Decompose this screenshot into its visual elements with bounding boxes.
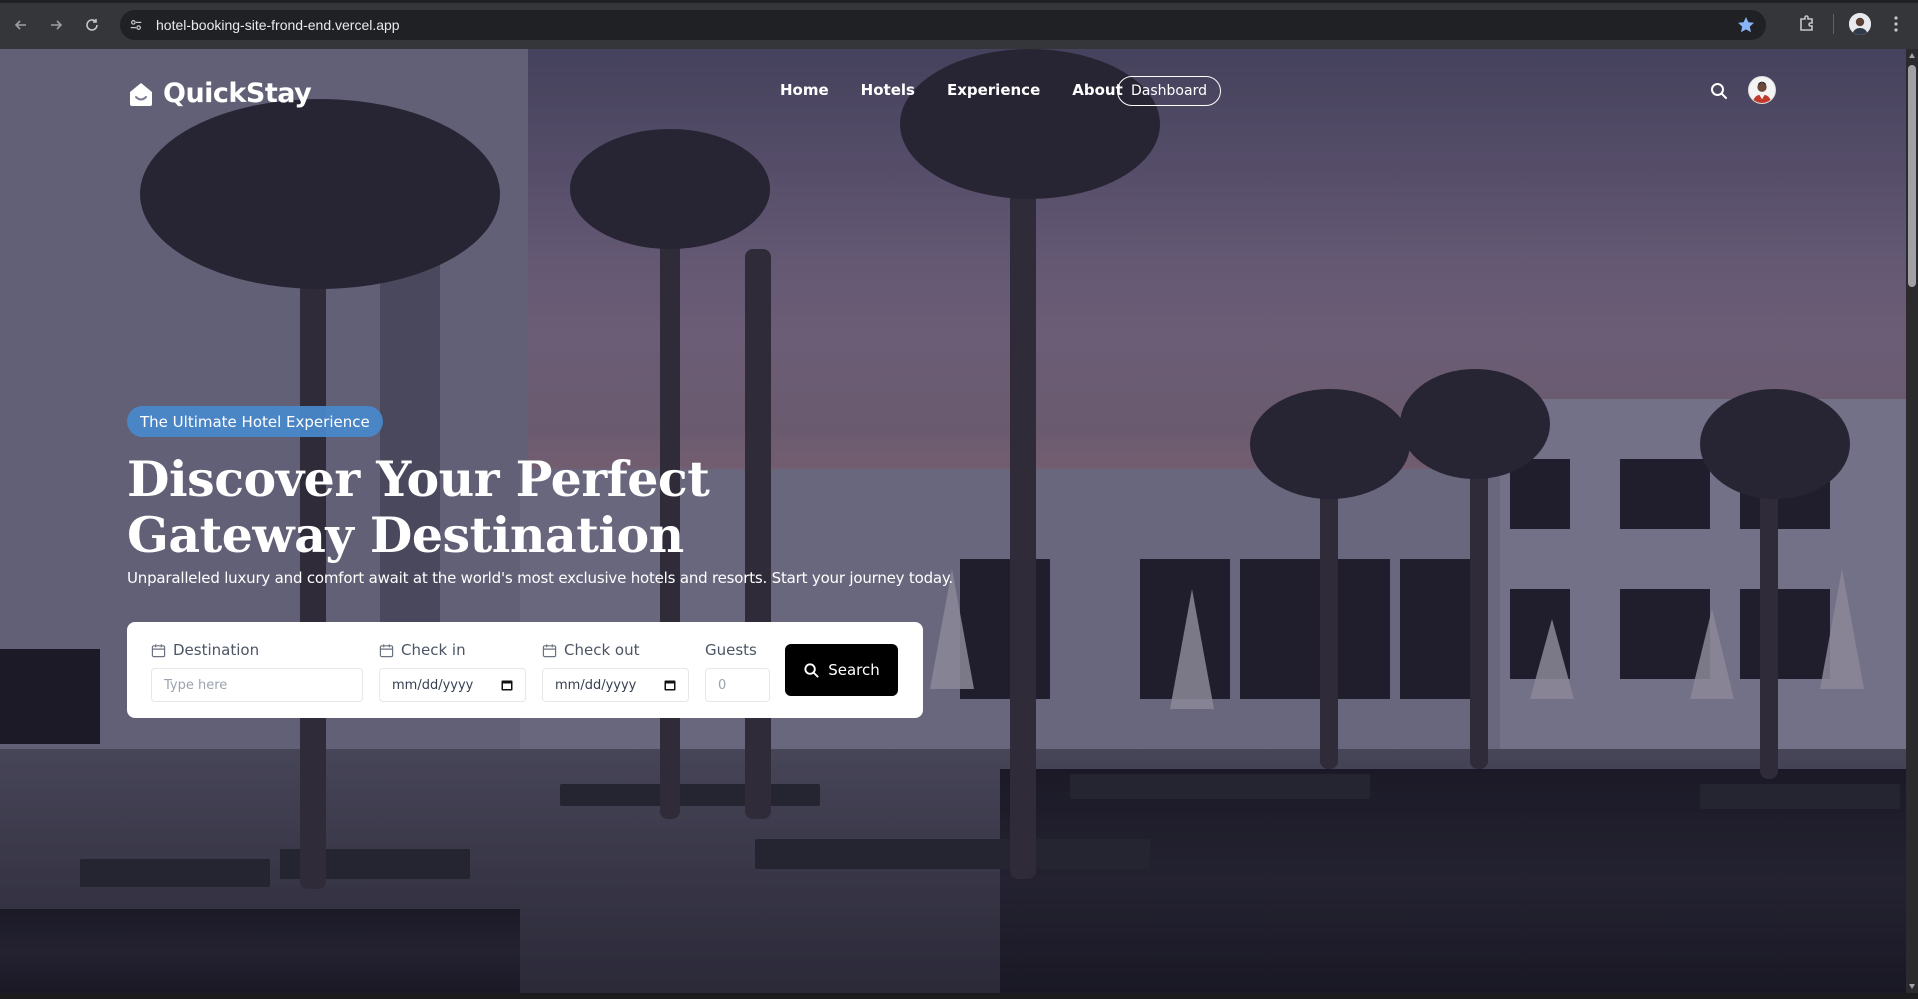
site-navbar: QuickStay Home Hotels Experience About D… <box>0 49 1906 133</box>
bookmark-star-icon[interactable] <box>1736 15 1756 35</box>
browser-toolbar: hotel-booking-site-frond-end.vercel.app <box>0 0 1918 49</box>
checkin-label-row: Check in <box>379 640 526 660</box>
checkout-field: Check out mm/dd/yyyy <box>542 640 689 702</box>
checkout-label-row: Check out <box>542 640 689 660</box>
page-scrollbar[interactable] <box>1906 49 1918 993</box>
address-bar[interactable]: hotel-booking-site-frond-end.vercel.app <box>120 10 1766 40</box>
hero-subtitle: Unparalleled luxury and comfort await at… <box>127 569 953 587</box>
hero-title-line2: Gateway Destination <box>127 506 684 564</box>
calendar-icon <box>379 643 394 657</box>
checkin-label: Check in <box>401 641 466 659</box>
forward-icon[interactable] <box>44 13 68 37</box>
tab-strip-edge <box>0 0 1918 3</box>
nav-link-experience[interactable]: Experience <box>947 81 1040 99</box>
search-button[interactable]: Search <box>785 644 898 696</box>
guests-input[interactable]: 0 <box>705 668 770 702</box>
guests-label-row: Guests <box>705 640 770 660</box>
search-button-label: Search <box>828 661 880 679</box>
nav-links: Home Hotels Experience About <box>780 81 1155 99</box>
search-icon[interactable] <box>1709 81 1729 101</box>
nav-link-about[interactable]: About <box>1072 81 1123 99</box>
brand-logo-icon <box>130 82 152 106</box>
brand-logo[interactable]: QuickStay <box>127 78 312 109</box>
destination-field: Destination Type here <box>151 640 363 702</box>
calendar-icon <box>151 643 166 657</box>
checkin-date-input[interactable]: mm/dd/yyyy <box>379 668 526 702</box>
hero-title: Discover Your Perfect Gateway Destinatio… <box>127 451 887 563</box>
date-picker-icon[interactable] <box>501 679 513 691</box>
user-avatar[interactable] <box>1748 76 1776 104</box>
brand-name: QuickStay <box>163 78 312 109</box>
destination-label: Destination <box>173 641 260 659</box>
booking-search-form: Destination Type here Check in mm/dd/yyy… <box>127 622 923 718</box>
extensions-icon[interactable] <box>1796 13 1818 35</box>
site-settings-icon[interactable] <box>128 17 144 33</box>
guests-field: Guests 0 <box>705 640 770 702</box>
guests-label: Guests <box>705 641 757 659</box>
destination-input[interactable]: Type here <box>151 668 363 702</box>
scrollbar-thumb[interactable] <box>1908 65 1916 287</box>
hero-badge: The Ultimate Hotel Experience <box>127 406 383 437</box>
checkin-field: Check in mm/dd/yyyy <box>379 640 526 702</box>
checkout-placeholder: mm/dd/yyyy <box>555 677 637 693</box>
checkin-placeholder: mm/dd/yyyy <box>392 677 474 693</box>
reload-icon[interactable] <box>80 13 104 37</box>
browser-profile-avatar[interactable] <box>1849 13 1871 35</box>
back-icon[interactable] <box>9 13 33 37</box>
date-picker-icon[interactable] <box>664 679 676 691</box>
checkout-label: Check out <box>564 641 640 659</box>
window-bottom-edge <box>0 993 1918 999</box>
hero-title-line1: Discover Your Perfect <box>127 450 710 508</box>
search-icon <box>804 662 819 678</box>
dashboard-button[interactable]: Dashboard <box>1117 76 1221 106</box>
browser-menu-icon[interactable] <box>1886 14 1906 34</box>
guests-placeholder: 0 <box>718 677 727 693</box>
destination-label-row: Destination <box>151 640 363 660</box>
destination-placeholder: Type here <box>164 677 228 693</box>
toolbar-divider <box>1833 14 1834 34</box>
url-text[interactable]: hotel-booking-site-frond-end.vercel.app <box>156 17 400 33</box>
scroll-up-arrow[interactable] <box>1909 53 1915 58</box>
nav-link-hotels[interactable]: Hotels <box>861 81 915 99</box>
scroll-down-arrow[interactable] <box>1909 984 1915 989</box>
checkout-date-input[interactable]: mm/dd/yyyy <box>542 668 689 702</box>
calendar-icon <box>542 643 557 657</box>
nav-link-home[interactable]: Home <box>780 81 829 99</box>
